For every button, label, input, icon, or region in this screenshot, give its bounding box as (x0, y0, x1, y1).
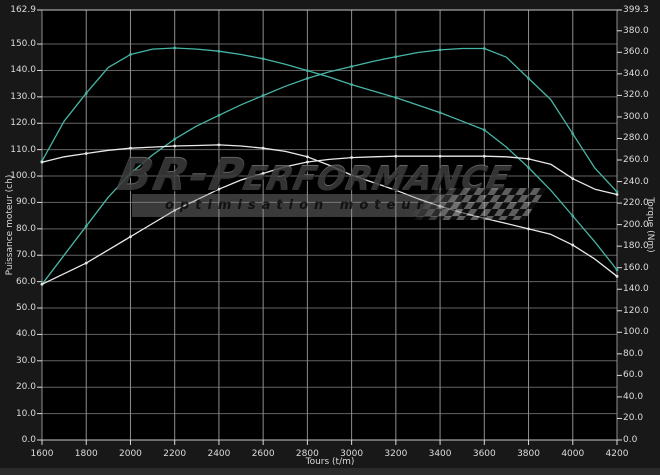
curve-marker-stock-torque (85, 152, 88, 155)
dyno-chart: 162.9150.0140.0130.0120.0110.0100.090.08… (0, 0, 660, 475)
y-right-tick-label: 360.0 (623, 48, 660, 57)
y-left-tick-label: 150.0 (0, 40, 36, 49)
y-left-tick-label: 120.0 (0, 119, 36, 128)
curve-marker-tuned-power (306, 77, 309, 80)
x-tick-label: 3600 (462, 450, 506, 459)
x-axis-title: Tours (t/m) (306, 457, 355, 467)
y-right-tick-label: 280.0 (623, 134, 660, 143)
curve-marker-stock-power (41, 283, 44, 286)
curves-canvas (0, 0, 660, 475)
curve-marker-tuned-power (571, 132, 574, 135)
curve-marker-tuned-power (394, 55, 397, 58)
curve-marker-stock-power (85, 262, 88, 265)
curve-marker-tuned-power (173, 138, 176, 141)
x-tick-label: 1800 (64, 450, 108, 459)
curve-marker-stock-torque (571, 244, 574, 247)
y-left-tick-label: 40.0 (0, 330, 36, 339)
curve-marker-tuned-torque (306, 69, 309, 72)
y-left-tick-label: 30.0 (0, 357, 36, 366)
y-right-tick-label: 60.0 (623, 371, 660, 380)
y-right-tick-label: 399.3 (623, 6, 660, 15)
y-left-tick-label: 110.0 (0, 146, 36, 155)
curve-marker-tuned-power (439, 48, 442, 51)
y-right-tick-label: 140.0 (623, 285, 660, 294)
x-tick-label: 2200 (153, 450, 197, 459)
curve-marker-stock-torque (527, 228, 530, 231)
y-left-tick-label: 50.0 (0, 304, 36, 313)
brand-watermark: BR-PERFORMANCE optimisation moteur (118, 156, 538, 220)
curve-marker-stock-torque (218, 144, 221, 147)
curve-marker-tuned-power (483, 47, 486, 50)
y-right-tick-label: 120.0 (623, 307, 660, 316)
curve-marker-tuned-torque (483, 128, 486, 131)
y-left-tick-label: 10.0 (0, 410, 36, 419)
curve-marker-tuned-torque (218, 50, 221, 53)
y-left-tick-label: 140.0 (0, 66, 36, 75)
y-right-tick-label: 240.0 (623, 178, 660, 187)
y-right-tick-label: 300.0 (623, 113, 660, 122)
brand-tagline: optimisation moteur (165, 198, 429, 213)
curve-marker-stock-torque (173, 145, 176, 148)
curve-marker-tuned-torque (616, 268, 619, 271)
y-right-tick-label: 100.0 (623, 328, 660, 337)
y-left-tick-label: 0.0 (0, 436, 36, 445)
y-right-tick-label: 80.0 (623, 350, 660, 359)
x-tick-label: 2400 (197, 450, 241, 459)
y-right-tick-label: 260.0 (623, 156, 660, 165)
curve-marker-tuned-power (218, 114, 221, 117)
curve-marker-stock-power (571, 177, 574, 180)
curve-marker-tuned-power (85, 225, 88, 228)
x-tick-label: 1600 (20, 450, 64, 459)
y-left-axis-title: Puissance moteur (ch) (5, 175, 15, 276)
y-right-axis-title: Torque (Nm) (645, 197, 655, 252)
window-bottom-edge (0, 468, 660, 475)
x-tick-label: 3200 (374, 450, 418, 459)
y-right-tick-label: 160.0 (623, 264, 660, 273)
x-tick-label: 3400 (418, 450, 462, 459)
curve-marker-stock-torque (616, 275, 619, 278)
x-tick-label: 3800 (507, 450, 551, 459)
x-tick-label: 4000 (551, 450, 595, 459)
curve-marker-tuned-power (350, 65, 353, 68)
curve-marker-tuned-power (616, 190, 619, 193)
x-tick-label: 4200 (595, 450, 639, 459)
curve-marker-tuned-power (262, 94, 265, 97)
curve-marker-tuned-torque (262, 57, 265, 60)
y-right-tick-label: 0.0 (623, 436, 660, 445)
curve-marker-tuned-torque (350, 83, 353, 86)
curve-marker-tuned-torque (394, 96, 397, 99)
y-right-tick-label: 340.0 (623, 70, 660, 79)
y-right-tick-label: 40.0 (623, 393, 660, 402)
curve-marker-stock-power (129, 235, 132, 238)
y-left-tick-label: 60.0 (0, 278, 36, 287)
curve-marker-tuned-torque (173, 47, 176, 50)
curve-marker-stock-power (616, 193, 619, 196)
y-left-tick-label: 130.0 (0, 93, 36, 102)
y-right-tick-label: 20.0 (623, 414, 660, 423)
checkered-flag-graphic (407, 188, 547, 220)
curve-marker-stock-torque (262, 147, 265, 150)
y-right-tick-label: 380.0 (623, 27, 660, 36)
x-tick-label: 2000 (108, 450, 152, 459)
x-tick-label: 2600 (241, 450, 285, 459)
curve-marker-tuned-torque (439, 111, 442, 114)
curve-marker-tuned-torque (129, 53, 132, 56)
y-left-tick-label: 162.9 (0, 6, 36, 15)
curve-marker-stock-torque (41, 161, 44, 164)
y-left-tick-label: 20.0 (0, 383, 36, 392)
curve-marker-tuned-torque (85, 92, 88, 95)
curve-marker-tuned-torque (571, 215, 574, 218)
curve-marker-tuned-power (527, 77, 530, 80)
y-right-tick-label: 320.0 (623, 91, 660, 100)
